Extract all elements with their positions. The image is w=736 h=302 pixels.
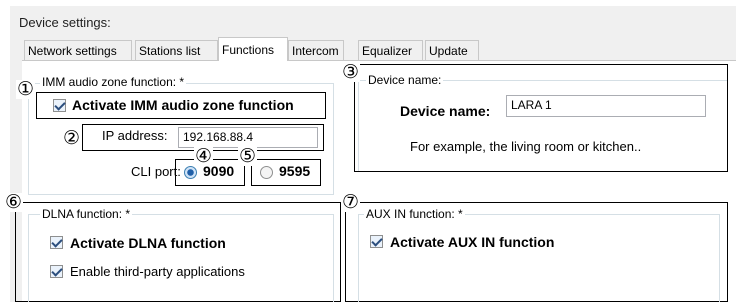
- aux-group: [358, 214, 720, 302]
- callout-number-4: ④: [194, 145, 214, 167]
- imm-activate-checkbox[interactable]: [53, 99, 66, 112]
- callout-number-3: ③: [341, 61, 361, 83]
- tab-functions[interactable]: Functions: [218, 37, 288, 61]
- port-9090-radio[interactable]: [184, 166, 197, 179]
- callout-number-6: ⑥: [4, 191, 24, 213]
- aux-activate-label: Activate AUX IN function: [390, 234, 555, 250]
- cli-port-label: CLI port:: [131, 164, 181, 179]
- dlna-activate-checkbox[interactable]: [50, 236, 63, 249]
- callout-number-1: ①: [16, 78, 36, 100]
- device-name-input[interactable]: LARA 1: [506, 95, 706, 117]
- aux-group-title: AUX IN function: *: [364, 207, 465, 221]
- third-party-label: Enable third-party applications: [70, 264, 245, 279]
- tab-equalizer[interactable]: Equalizer: [358, 40, 423, 60]
- imm-activate-label: Activate IMM audio zone function: [72, 97, 294, 113]
- ip-address-label: IP address:: [102, 128, 168, 143]
- callout-number-7: ⑦: [341, 191, 361, 213]
- settings-title: Device settings:: [19, 15, 111, 30]
- dlna-activate-label: Activate DLNA function: [70, 235, 226, 251]
- dlna-group: [28, 214, 334, 302]
- port-9595-radio[interactable]: [260, 166, 273, 179]
- tab-network-settings[interactable]: Network settings: [24, 40, 132, 60]
- tab-stations-list[interactable]: Stations list: [135, 40, 218, 60]
- tab-update[interactable]: Update: [425, 40, 479, 60]
- imm-group-title: IMM audio zone function: *: [40, 75, 187, 89]
- dlna-group-title: DLNA function: *: [40, 207, 133, 221]
- aux-activate-checkbox[interactable]: [370, 235, 383, 248]
- device-name-hint: For example, the living room or kitchen.…: [410, 139, 642, 154]
- port-9595-label: 9595: [279, 163, 311, 179]
- third-party-checkbox[interactable]: [50, 265, 63, 278]
- callout-number-5: ⑤: [238, 145, 258, 167]
- device-name-label: Device name:: [400, 103, 491, 119]
- tab-intercom[interactable]: Intercom: [288, 40, 344, 60]
- device-group-title: Device name:: [366, 73, 444, 87]
- callout-number-2: ②: [62, 127, 82, 149]
